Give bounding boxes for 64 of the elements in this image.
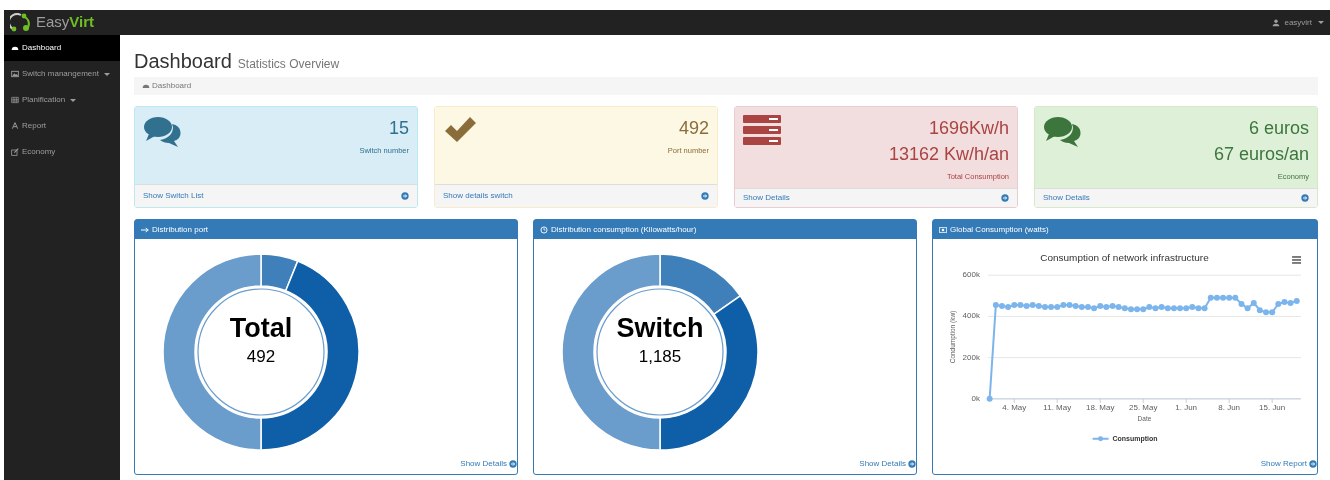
brand-name[interactable]: EasyVirt bbox=[36, 11, 95, 34]
page-subtitle: Statistics Overview bbox=[237, 57, 340, 72]
details-link[interactable]: Show Details bbox=[460, 458, 517, 470]
table-icon bbox=[11, 96, 19, 104]
arrow-icon bbox=[141, 225, 149, 234]
donut-center-value: 1,185 bbox=[638, 346, 682, 368]
sidebar-item[interactable]: Report bbox=[4, 113, 120, 139]
panel-title: Distribution port bbox=[152, 223, 209, 236]
chart-title: Consumption of network infrastructure bbox=[1040, 252, 1209, 264]
menu-icon[interactable] bbox=[1292, 256, 1302, 264]
logo-icon bbox=[10, 12, 32, 33]
sidebar-item[interactable]: Planification bbox=[4, 87, 120, 113]
y-tick-label: 400k bbox=[962, 311, 980, 321]
stat-value: 492 bbox=[678, 117, 709, 140]
chat-bubbles-icon bbox=[1043, 115, 1083, 147]
data-point bbox=[986, 395, 993, 402]
stat-value: 1696Kw/h bbox=[928, 117, 1009, 140]
server-stack-icon bbox=[743, 115, 783, 145]
circle-arrow-icon bbox=[1001, 194, 1009, 203]
stat-value: 67 euros/an bbox=[1213, 143, 1309, 166]
user-menu[interactable]: easyvirt bbox=[1272, 16, 1324, 29]
sidebar-item[interactable]: Switch manangement bbox=[4, 61, 120, 87]
dashboard-icon bbox=[142, 82, 150, 90]
clock-icon bbox=[540, 225, 548, 234]
y-tick-label: 200k bbox=[962, 352, 980, 362]
banknote-icon bbox=[939, 225, 947, 234]
y-tick-label: 0k bbox=[971, 393, 980, 403]
y-tick-label: 600k bbox=[962, 270, 980, 280]
x-tick-label: 18. May bbox=[1086, 402, 1115, 412]
stat-value: 15 bbox=[388, 117, 409, 140]
donut-center-title: Switch bbox=[616, 312, 704, 344]
details-link[interactable]: Show Report bbox=[1260, 458, 1317, 470]
x-tick-label: 4. May bbox=[1002, 402, 1027, 412]
donut-center-value: 492 bbox=[246, 346, 276, 368]
dashboard-icon bbox=[11, 44, 19, 52]
details-link[interactable]: Show Details bbox=[859, 458, 916, 470]
stat-value: 6 euros bbox=[1248, 117, 1309, 140]
circle-arrow-icon bbox=[1301, 194, 1309, 203]
chat-bubbles-icon bbox=[143, 115, 183, 147]
checkmark-icon bbox=[443, 115, 477, 143]
circle-arrow-icon bbox=[401, 192, 409, 200]
details-link[interactable]: Show details switch bbox=[443, 190, 513, 202]
details-link[interactable]: Show Details bbox=[1043, 192, 1090, 205]
x-tick-label: 25. May bbox=[1129, 402, 1158, 412]
picture-icon bbox=[11, 70, 19, 78]
panel-title: Distribution consumption (Kilowatts/hour) bbox=[551, 223, 697, 236]
font-icon bbox=[11, 122, 19, 130]
donut-center-title: Total bbox=[229, 312, 293, 344]
panel-title: Global Consumption (watts) bbox=[950, 223, 1049, 236]
page-title: Dashboard bbox=[134, 49, 232, 73]
breadcrumb-item[interactable]: Dashboard bbox=[152, 80, 192, 92]
stat-value: 13162 Kw/h/an bbox=[888, 143, 1009, 166]
x-tick-label: 8. Jun bbox=[1218, 402, 1241, 412]
sidebar-item[interactable]: Dashboard bbox=[4, 35, 120, 61]
circle-arrow-icon bbox=[701, 192, 709, 200]
details-link[interactable]: Show Details bbox=[743, 192, 790, 205]
x-tick-label: 15. Jun bbox=[1259, 402, 1286, 412]
edit-icon bbox=[11, 148, 19, 156]
x-tick-label: 11. May bbox=[1043, 402, 1072, 412]
legend-marker-icon bbox=[1091, 436, 1110, 442]
user-icon bbox=[1272, 18, 1281, 27]
details-link[interactable]: Show Switch List bbox=[143, 190, 204, 202]
sidebar-item[interactable]: Economy bbox=[4, 139, 120, 165]
x-tick-label: 1. Jun bbox=[1175, 402, 1198, 412]
